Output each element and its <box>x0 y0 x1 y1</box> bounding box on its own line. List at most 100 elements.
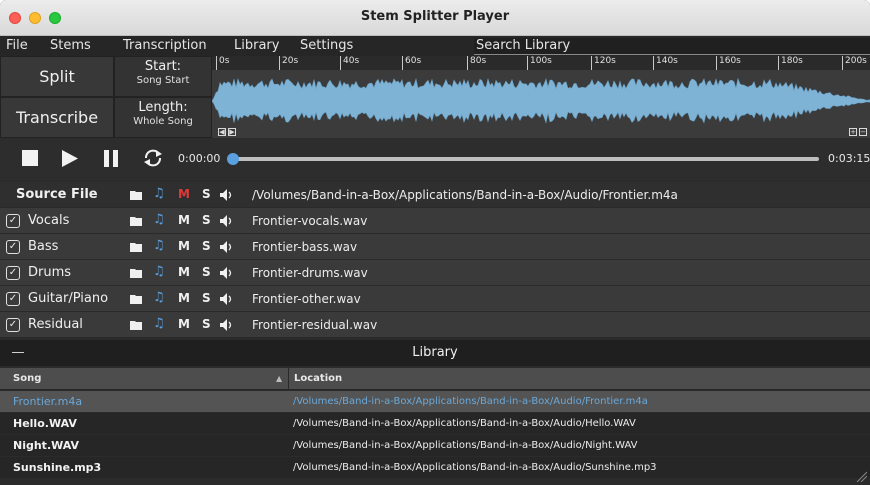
start-selector[interactable]: Start: Song Start <box>114 56 212 97</box>
library-row[interactable]: Frontier.m4a /Volumes/Band-in-a-Box/Appl… <box>0 391 870 412</box>
stem-checkbox[interactable]: ✓ <box>6 214 20 228</box>
start-value: Song Start <box>136 75 190 86</box>
ruler-tick: 80s <box>467 56 486 70</box>
mute-button[interactable]: M <box>178 291 190 305</box>
menu-transcription[interactable]: Transcription <box>123 38 207 53</box>
transcribe-button[interactable]: Transcribe <box>0 97 114 138</box>
length-label: Length: <box>138 100 188 115</box>
playback-slider-track[interactable] <box>233 157 819 161</box>
library-row[interactable]: Sunshine.mp3 /Volumes/Band-in-a-Box/Appl… <box>0 457 870 478</box>
column-divider[interactable] <box>288 368 289 390</box>
stem-file: Frontier-vocals.wav <box>252 214 368 228</box>
ruler-tick: 20s <box>279 56 298 70</box>
source-file-row: Source File ♫ M S /Volumes/Band-in-a-Box… <box>0 182 870 208</box>
speaker-icon[interactable] <box>220 267 234 279</box>
music-note-icon[interactable]: ♫ <box>153 238 165 253</box>
solo-button[interactable]: S <box>202 213 211 227</box>
split-button[interactable]: Split <box>0 56 114 97</box>
zoom-in-left-icon[interactable]: ▶ <box>228 128 236 136</box>
stem-checkbox[interactable]: ✓ <box>6 318 20 332</box>
song-name: Hello.WAV <box>13 417 77 430</box>
stem-name: Guitar/Piano <box>28 291 109 306</box>
speaker-icon[interactable] <box>220 293 234 305</box>
mute-button[interactable]: M <box>178 213 190 227</box>
speaker-icon[interactable] <box>220 189 234 201</box>
speaker-icon[interactable] <box>220 241 234 253</box>
menu-library[interactable]: Library <box>234 38 279 53</box>
loop-icon[interactable] <box>142 147 164 169</box>
ruler-tick: 200s <box>842 56 867 70</box>
search-library-field[interactable]: Search Library <box>474 38 870 55</box>
folder-icon[interactable] <box>130 190 142 200</box>
music-note-icon[interactable]: ♫ <box>153 290 165 305</box>
folder-icon[interactable] <box>130 216 142 226</box>
pause-icon[interactable] <box>103 150 119 167</box>
menu-settings[interactable]: Settings <box>300 38 353 53</box>
column-location[interactable]: Location <box>294 373 342 384</box>
stem-row-residual: ✓ Residual ♫ M S Frontier-residual.wav <box>0 312 870 338</box>
ruler-tick: 0s <box>216 56 229 70</box>
zoom-out-left-icon[interactable]: ◀ <box>218 128 226 136</box>
sort-ascending-icon[interactable]: ▲ <box>276 374 282 383</box>
zoom-in-icon[interactable]: + <box>849 128 857 136</box>
speaker-icon[interactable] <box>220 319 234 331</box>
ruler-tick: 160s <box>716 56 741 70</box>
playback-slider-knob[interactable] <box>227 153 239 165</box>
menu-file[interactable]: File <box>6 38 28 53</box>
folder-icon[interactable] <box>130 320 142 330</box>
folder-icon[interactable] <box>130 268 142 278</box>
audio-waveform[interactable] <box>212 70 870 132</box>
current-time: 0:00:00 <box>178 152 221 165</box>
music-note-icon[interactable]: ♫ <box>153 212 165 227</box>
stem-name: Vocals <box>28 213 70 228</box>
stem-checkbox[interactable]: ✓ <box>6 266 20 280</box>
library-row[interactable]: Hello.WAV /Volumes/Band-in-a-Box/Applica… <box>0 413 870 434</box>
music-note-icon[interactable]: ♫ <box>153 264 165 279</box>
library-table-header: Song ▲ Location <box>0 368 870 390</box>
ruler-tick: 120s <box>591 56 616 70</box>
ruler-tick: 100s <box>527 56 552 70</box>
menu-bar: File Stems Transcription Library Setting… <box>0 36 870 56</box>
song-location: /Volumes/Band-in-a-Box/Applications/Band… <box>293 396 648 407</box>
length-value: Whole Song <box>133 116 193 127</box>
source-file-label: Source File <box>16 187 98 202</box>
column-song[interactable]: Song <box>13 373 41 384</box>
mute-button[interactable]: M <box>178 317 190 331</box>
start-label: Start: <box>144 59 182 74</box>
title-bar: Stem Splitter Player <box>0 0 870 36</box>
solo-button[interactable]: S <box>202 187 211 201</box>
stem-name: Residual <box>28 317 83 332</box>
library-title: Library <box>412 345 458 360</box>
ruler-tick: 40s <box>340 56 359 70</box>
mute-button[interactable]: M <box>178 265 190 279</box>
music-note-icon[interactable]: ♫ <box>153 316 165 331</box>
mute-button[interactable]: M <box>178 187 190 201</box>
ruler-tick: 60s <box>402 56 421 70</box>
stem-row-vocals: ✓ Vocals ♫ M S Frontier-vocals.wav <box>0 208 870 234</box>
zoom-out-icon[interactable]: − <box>859 128 867 136</box>
ruler-tick: 140s <box>653 56 678 70</box>
stem-checkbox[interactable]: ✓ <box>6 240 20 254</box>
length-selector[interactable]: Length: Whole Song <box>114 97 212 138</box>
folder-icon[interactable] <box>130 294 142 304</box>
stem-checkbox[interactable]: ✓ <box>6 292 20 306</box>
solo-button[interactable]: S <box>202 265 211 279</box>
library-row[interactable]: Night.WAV /Volumes/Band-in-a-Box/Applica… <box>0 435 870 456</box>
solo-button[interactable]: S <box>202 317 211 331</box>
time-ruler: 0s 20s 40s 60s 80s 100s 120s 140s 160s 1… <box>212 56 870 70</box>
stem-name: Drums <box>28 265 72 280</box>
stem-row-guitar-piano: ✓ Guitar/Piano ♫ M S Frontier-other.wav <box>0 286 870 312</box>
stem-row-bass: ✓ Bass ♫ M S Frontier-bass.wav <box>0 234 870 260</box>
speaker-icon[interactable] <box>220 215 234 227</box>
mute-button[interactable]: M <box>178 239 190 253</box>
solo-button[interactable]: S <box>202 291 211 305</box>
resize-handle-icon[interactable] <box>855 470 867 482</box>
menu-stems[interactable]: Stems <box>50 38 91 53</box>
solo-button[interactable]: S <box>202 239 211 253</box>
stem-file: Frontier-residual.wav <box>252 318 378 332</box>
music-note-icon[interactable]: ♫ <box>153 186 165 201</box>
play-icon[interactable] <box>62 150 78 167</box>
waveform-panel[interactable]: 0s 20s 40s 60s 80s 100s 120s 140s 160s 1… <box>212 56 870 138</box>
folder-icon[interactable] <box>130 242 142 252</box>
stop-icon[interactable] <box>22 150 38 166</box>
